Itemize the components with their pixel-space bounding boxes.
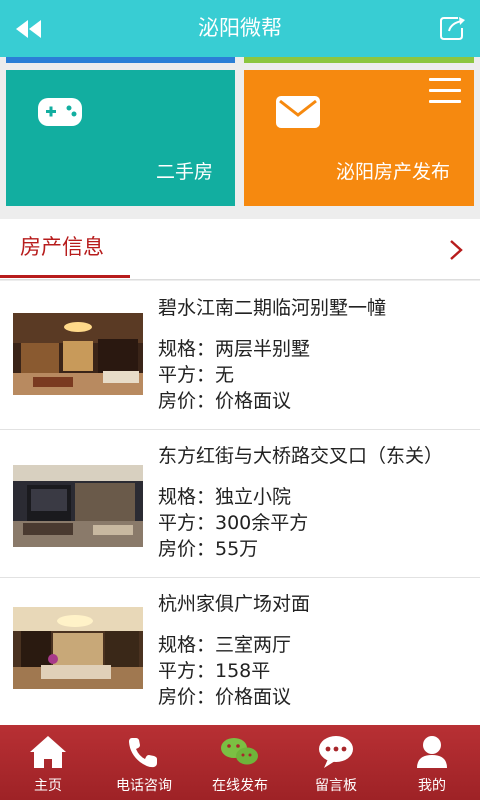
gamepad-icon — [38, 98, 82, 126]
chevron-right-icon[interactable] — [448, 238, 464, 262]
nav-online-publish[interactable]: 在线发布 — [192, 725, 288, 800]
listing-photo — [13, 607, 143, 689]
share-icon[interactable] — [438, 14, 466, 42]
nav-label: 电话咨询 — [116, 778, 172, 794]
listing-spec: 规格：三室两厅 — [158, 634, 292, 656]
listing-area: 平方：300余平方 — [158, 512, 309, 534]
list-item[interactable]: 东方红街与大桥路交叉口（东关） 规格：独立小院 平方：300余平方 房价：55万 — [0, 429, 480, 578]
home-icon — [30, 736, 66, 768]
listing-area: 平方：158平 — [158, 660, 271, 682]
section-header[interactable]: 房产信息 — [0, 219, 480, 280]
listing-list: 碧水江南二期临河别墅一幢 规格：两层半别墅 平方：无 房价：价格面议 东方红街与… — [0, 281, 480, 726]
section-underline — [0, 275, 130, 278]
menu-icon[interactable] — [429, 78, 461, 104]
phone-icon — [129, 738, 157, 768]
chat-bubble-icon — [319, 736, 353, 768]
listing-title: 杭州家俱广场对面 — [158, 593, 311, 615]
page-title: 泌阳微帮 — [198, 16, 282, 40]
wechat-icon — [221, 738, 258, 765]
tile-strip-green — [244, 57, 474, 63]
listing-title: 东方红街与大桥路交叉口（东关） — [158, 445, 444, 467]
listing-photo — [13, 313, 143, 395]
tile-housing-publish[interactable]: 泌阳房产发布 — [244, 70, 474, 206]
listing-spec: 规格：独立小院 — [158, 486, 292, 508]
tile-label: 泌阳房产发布 — [335, 161, 450, 183]
listing-area: 平方：无 — [158, 364, 235, 386]
nav-message-board[interactable]: 留言板 — [288, 725, 384, 800]
top-bar: 泌阳微帮 — [0, 0, 480, 57]
tile-label: 二手房 — [155, 161, 213, 183]
nav-home[interactable]: 主页 — [0, 725, 96, 800]
tile-strip-blue — [6, 57, 235, 63]
listing-price: 房价：55万 — [158, 538, 259, 560]
mail-icon — [276, 96, 320, 128]
nav-label: 我的 — [418, 778, 446, 794]
listing-title: 碧水江南二期临河别墅一幢 — [158, 297, 387, 319]
list-item[interactable]: 杭州家俱广场对面 规格：三室两厅 平方：158平 房价：价格面议 — [0, 577, 480, 726]
tile-second-hand-house[interactable]: 二手房 — [6, 70, 235, 206]
nav-mine[interactable]: 我的 — [384, 725, 480, 800]
listing-price: 房价：价格面议 — [158, 686, 292, 708]
listing-price: 房价：价格面议 — [158, 390, 292, 412]
listing-photo — [13, 465, 143, 547]
nav-label: 主页 — [34, 778, 62, 794]
list-item[interactable]: 碧水江南二期临河别墅一幢 规格：两层半别墅 平方：无 房价：价格面议 — [0, 281, 480, 430]
user-icon — [417, 736, 447, 768]
nav-phone-consult[interactable]: 电话咨询 — [96, 725, 192, 800]
section-title: 房产信息 — [20, 235, 104, 259]
bottom-nav: 主页 电话咨询 在线发布 留言板 我的 — [0, 725, 480, 800]
listing-spec: 规格：两层半别墅 — [158, 338, 311, 360]
nav-label: 在线发布 — [212, 778, 268, 794]
nav-label: 留言板 — [315, 778, 357, 794]
